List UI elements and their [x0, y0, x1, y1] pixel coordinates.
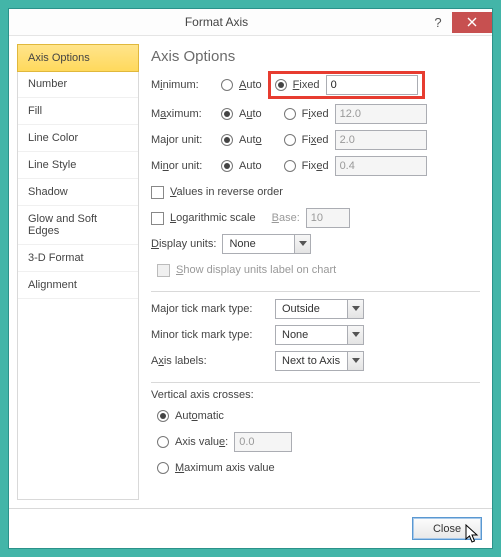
major-tick-combo[interactable]: Outside	[275, 299, 364, 319]
sidebar-item-number[interactable]: Number	[18, 71, 138, 98]
minor-tick-combo[interactable]: None	[275, 325, 364, 345]
major-auto-radio[interactable]	[221, 134, 233, 146]
minor-unit-label: Minor unit:	[151, 160, 215, 172]
sidebar-item-3d-format[interactable]: 3-D Format	[18, 245, 138, 272]
values-reverse-label: Values in reverse order	[170, 186, 283, 198]
maximum-fixed-label: Fixed	[302, 108, 329, 120]
row-show-units-label: Show display units label on chart	[157, 259, 480, 281]
vcross-heading: Vertical axis crosses:	[151, 389, 480, 401]
major-fixed-label: Fixed	[302, 134, 329, 146]
category-sidebar: Axis Options Number Fill Line Color Line…	[17, 44, 139, 500]
minor-fixed-label: Fixed	[302, 160, 329, 172]
vcross-value-label: Axis value:	[175, 436, 228, 448]
separator-1	[151, 291, 480, 292]
display-units-combo[interactable]: None	[222, 234, 311, 254]
vcross-auto-radio[interactable]	[157, 410, 169, 422]
minor-fixed-radio[interactable]	[284, 160, 296, 172]
major-tick-label: Major tick mark type:	[151, 303, 269, 315]
content-pane: Axis Options Minimum: Auto Fixed Maximum…	[145, 44, 484, 500]
log-base-input[interactable]	[306, 208, 350, 228]
titlebar: Format Axis ?	[9, 9, 492, 36]
row-display-units: Display units: None	[151, 233, 480, 255]
row-major-tick: Major tick mark type: Outside	[151, 298, 480, 320]
dialog-footer: Close	[9, 508, 492, 548]
minimum-label: Minimum:	[151, 79, 215, 91]
maximum-auto-label: Auto	[239, 108, 262, 120]
minimum-fixed-highlight: Fixed	[268, 71, 425, 99]
row-log-scale: Logarithmic scale Base:	[151, 207, 480, 229]
sidebar-item-fill[interactable]: Fill	[18, 98, 138, 125]
row-minor-unit: Minor unit: Auto Fixed	[151, 155, 480, 177]
row-maximum: Maximum: Auto Fixed	[151, 103, 480, 125]
major-value-input[interactable]	[335, 130, 427, 150]
format-axis-dialog: Format Axis ? Axis Options Number Fill L…	[8, 8, 493, 549]
minimum-fixed-radio[interactable]	[275, 79, 287, 91]
help-button[interactable]: ?	[424, 12, 452, 33]
chevron-down-icon[interactable]	[347, 325, 364, 345]
minimum-auto-radio[interactable]	[221, 79, 233, 91]
minor-tick-label: Minor tick mark type:	[151, 329, 269, 341]
pane-heading: Axis Options	[151, 48, 480, 65]
show-units-label: Show display units label on chart	[176, 264, 336, 276]
display-units-label: Display units:	[151, 238, 216, 250]
sidebar-item-alignment[interactable]: Alignment	[18, 272, 138, 299]
sidebar-item-axis-options[interactable]: Axis Options	[17, 44, 139, 72]
vcross-max-label: Maximum axis value	[175, 462, 275, 474]
separator-2	[151, 382, 480, 383]
chevron-down-icon[interactable]	[347, 299, 364, 319]
row-major-unit: Major unit: Auto Fixed	[151, 129, 480, 151]
row-vcross-auto: Automatic	[157, 405, 480, 427]
vcross-auto-label: Automatic	[175, 410, 224, 422]
log-base-label: Base:	[272, 212, 300, 224]
minor-tick-value: None	[275, 325, 347, 345]
minor-auto-label: Auto	[239, 160, 262, 172]
minimum-auto-label: Auto	[239, 79, 262, 91]
sidebar-item-glow[interactable]: Glow and Soft Edges	[18, 206, 138, 245]
axis-labels-label: Axis labels:	[151, 355, 269, 367]
maximum-auto-radio[interactable]	[221, 108, 233, 120]
show-units-checkbox	[157, 264, 170, 277]
sidebar-item-shadow[interactable]: Shadow	[18, 179, 138, 206]
chevron-down-icon[interactable]	[347, 351, 364, 371]
row-axis-labels: Axis labels: Next to Axis	[151, 350, 480, 372]
vcross-value-radio[interactable]	[157, 436, 169, 448]
window-title: Format Axis	[9, 15, 424, 29]
minor-value-input[interactable]	[335, 156, 427, 176]
display-units-value: None	[222, 234, 294, 254]
maximum-value-input[interactable]	[335, 104, 427, 124]
chevron-down-icon[interactable]	[294, 234, 311, 254]
close-button[interactable]: Close	[412, 517, 482, 540]
major-auto-label: Auto	[239, 134, 262, 146]
major-unit-label: Major unit:	[151, 134, 215, 146]
axis-labels-value: Next to Axis	[275, 351, 347, 371]
window-close-button[interactable]	[452, 12, 492, 33]
axis-labels-combo[interactable]: Next to Axis	[275, 351, 364, 371]
row-vcross-value: Axis value:	[157, 431, 480, 453]
major-tick-value: Outside	[275, 299, 347, 319]
log-scale-label: Logarithmic scale	[170, 212, 256, 224]
values-reverse-checkbox[interactable]	[151, 186, 164, 199]
minor-auto-radio[interactable]	[221, 160, 233, 172]
log-scale-checkbox[interactable]	[151, 212, 164, 225]
row-minor-tick: Minor tick mark type: None	[151, 324, 480, 346]
maximum-label: Maximum:	[151, 108, 215, 120]
major-fixed-radio[interactable]	[284, 134, 296, 146]
minimum-fixed-label: Fixed	[293, 79, 320, 91]
sidebar-item-line-color[interactable]: Line Color	[18, 125, 138, 152]
maximum-fixed-radio[interactable]	[284, 108, 296, 120]
row-values-reverse: Values in reverse order	[151, 181, 480, 203]
sidebar-item-line-style[interactable]: Line Style	[18, 152, 138, 179]
dialog-body: Axis Options Number Fill Line Color Line…	[9, 36, 492, 508]
vcross-max-radio[interactable]	[157, 462, 169, 474]
row-minimum: Minimum: Auto Fixed	[151, 71, 480, 99]
vcross-value-input[interactable]	[234, 432, 292, 452]
row-vcross-max: Maximum axis value	[157, 457, 480, 479]
minimum-value-input[interactable]	[326, 75, 418, 95]
